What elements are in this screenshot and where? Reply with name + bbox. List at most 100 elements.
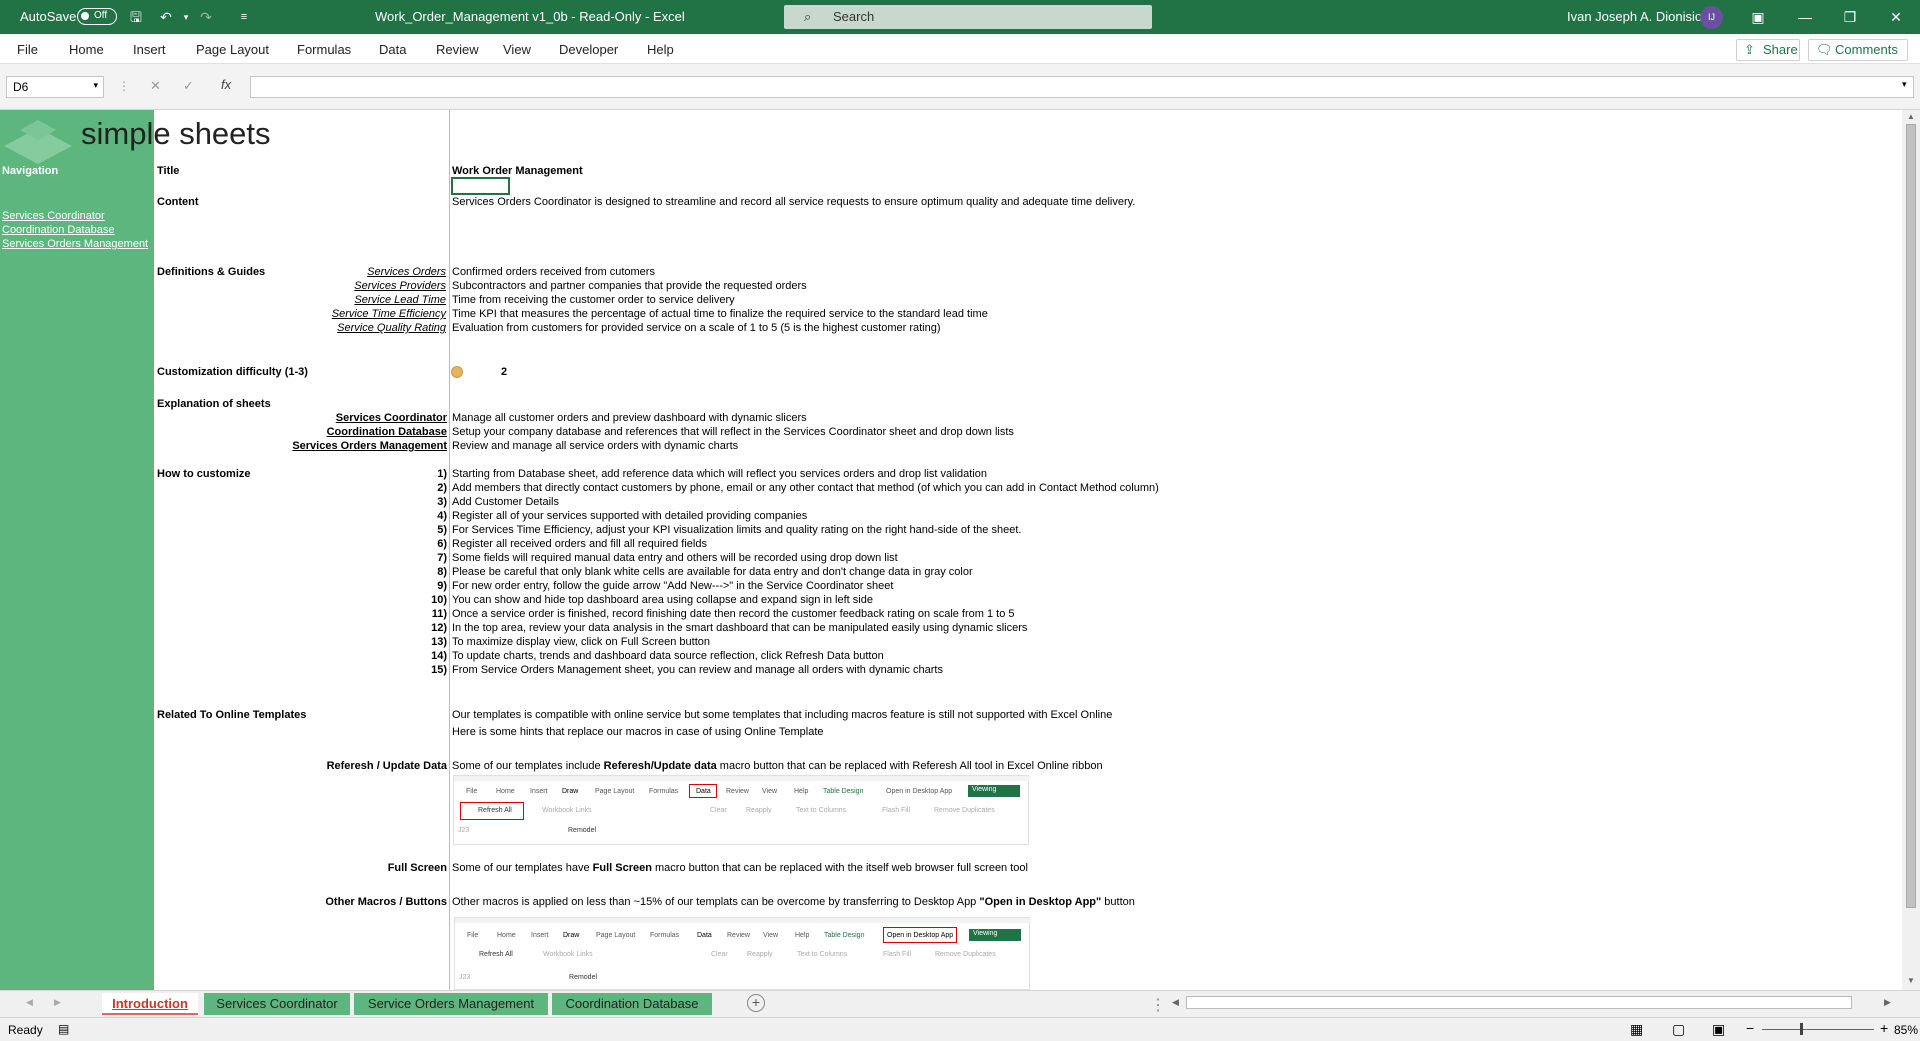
tab-view[interactable]: View bbox=[503, 42, 531, 57]
save-icon[interactable]: 🖫 bbox=[126, 7, 146, 27]
prev-sheet-icon[interactable]: ◀ bbox=[26, 997, 33, 1008]
next-sheet-icon[interactable]: ▶ bbox=[54, 997, 61, 1008]
page-break-view-icon[interactable]: ▣ bbox=[1712, 1021, 1725, 1038]
definition-term: Service Lead Time bbox=[354, 294, 446, 306]
more-icon: ⋮ bbox=[118, 79, 130, 93]
minimize-icon[interactable]: — bbox=[1795, 7, 1815, 27]
refresh-desc: Some of our templates include Referesh/U… bbox=[452, 760, 1103, 772]
nav-link-coordination-database[interactable]: Coordination Database bbox=[2, 224, 115, 236]
name-box[interactable]: D6 ▾ bbox=[6, 76, 104, 98]
tab-developer[interactable]: Developer bbox=[559, 42, 618, 57]
definition-desc: Confirmed orders received from cutomers bbox=[452, 266, 655, 278]
step-number: 5) bbox=[437, 524, 447, 536]
close-icon[interactable]: ✕ bbox=[1886, 7, 1906, 27]
expand-formula-icon[interactable]: ▾ bbox=[1902, 79, 1907, 90]
user-name: Ivan Joseph A. Dionisio bbox=[1567, 9, 1703, 24]
avatar[interactable]: IJ bbox=[1700, 6, 1723, 29]
step-number: 3) bbox=[437, 496, 447, 508]
tab-file[interactable]: File bbox=[17, 42, 38, 57]
zoom-out-icon[interactable]: − bbox=[1746, 1020, 1754, 1036]
customize-qat-icon[interactable]: ≡ bbox=[234, 7, 254, 27]
tab-formulas[interactable]: Formulas bbox=[297, 42, 351, 57]
step-text: Add members that directly contact custom… bbox=[452, 482, 1159, 494]
content-value: Services Orders Coordinator is designed … bbox=[452, 196, 1136, 208]
definition-desc: Evaluation from customers for provided s… bbox=[452, 322, 941, 334]
tab-review[interactable]: Review bbox=[436, 42, 479, 57]
step-text: Once a service order is finished, record… bbox=[452, 608, 1015, 620]
tab-page-layout[interactable]: Page Layout bbox=[196, 42, 269, 57]
worksheet-grid[interactable]: simple sheets Navigation Services Coordi… bbox=[0, 110, 1902, 990]
undo-dropdown-icon[interactable]: ▾ bbox=[176, 7, 196, 27]
scroll-up-icon[interactable]: ▲ bbox=[1907, 112, 1915, 121]
sheet-link[interactable]: Services Coordinator bbox=[157, 412, 447, 424]
definition-term: Services Providers bbox=[354, 280, 446, 292]
difficulty-label: Customization difficulty (1-3) bbox=[157, 366, 308, 378]
sheet-desc: Manage all customer orders and preview d… bbox=[452, 412, 807, 424]
zoom-level[interactable]: 85% bbox=[1894, 1023, 1918, 1037]
definition-desc: Time KPI that measures the percentage of… bbox=[452, 308, 988, 320]
redo-icon[interactable]: ↷ bbox=[196, 7, 216, 27]
cancel-icon[interactable]: ✕ bbox=[150, 78, 161, 94]
step-number: 9) bbox=[437, 580, 447, 592]
sheet-tab-introduction[interactable]: Introduction bbox=[102, 993, 198, 1015]
step-number: 13) bbox=[431, 636, 447, 648]
normal-view-icon[interactable]: ▦ bbox=[1630, 1021, 1643, 1038]
macros-desc: Other macros is applied on less than ~15… bbox=[452, 896, 1135, 908]
comments-button[interactable]: 🗨 Comments bbox=[1808, 39, 1908, 61]
share-button[interactable]: ⇪ Share bbox=[1736, 39, 1800, 61]
scroll-left-icon[interactable]: ◀ bbox=[1172, 997, 1179, 1008]
step-text: Please be careful that only blank white … bbox=[452, 566, 973, 578]
accessibility-icon[interactable]: ▤ bbox=[58, 1022, 69, 1036]
step-text: For Services Time Efficiency, adjust you… bbox=[452, 524, 1022, 536]
ribbon-display-icon[interactable]: ▣ bbox=[1748, 7, 1768, 27]
zoom-in-icon[interactable]: + bbox=[1880, 1020, 1888, 1036]
enter-icon[interactable]: ✓ bbox=[183, 78, 194, 94]
sheet-tab-coordination-database[interactable]: Coordination Database bbox=[552, 993, 712, 1015]
vertical-scrollbar[interactable]: ▲ ▼ bbox=[1902, 110, 1920, 990]
nav-link-services-coordinator[interactable]: Services Coordinator bbox=[2, 210, 105, 222]
tab-splitter-icon[interactable]: ⋮ bbox=[1150, 995, 1166, 1015]
sheet-desc: Review and manage all service orders wit… bbox=[452, 440, 739, 452]
tab-help[interactable]: Help bbox=[647, 42, 674, 57]
zoom-slider-handle[interactable] bbox=[1800, 1023, 1803, 1035]
tab-data[interactable]: Data bbox=[379, 42, 406, 57]
step-number: 6) bbox=[437, 538, 447, 550]
sheet-link[interactable]: Services Orders Management bbox=[157, 440, 447, 452]
nav-link-services-orders-management[interactable]: Services Orders Management bbox=[2, 238, 148, 250]
scroll-down-icon[interactable]: ▼ bbox=[1907, 976, 1915, 985]
autosave-toggle[interactable]: Off bbox=[77, 8, 117, 25]
step-number: 15) bbox=[431, 664, 447, 676]
page-layout-view-icon[interactable]: ▢ bbox=[1672, 1021, 1685, 1038]
fullscreen-label: Full Screen bbox=[387, 862, 447, 874]
tab-home[interactable]: Home bbox=[69, 42, 104, 57]
vertical-scroll-thumb[interactable] bbox=[1906, 124, 1916, 908]
step-text: Register all of your services supported … bbox=[452, 510, 808, 522]
insert-function-icon[interactable]: fx bbox=[221, 77, 231, 92]
macros-label: Other Macros / Buttons bbox=[325, 896, 447, 908]
sheet-tab-service-orders-management[interactable]: Service Orders Management bbox=[354, 993, 548, 1015]
step-number: 14) bbox=[431, 650, 447, 662]
step-text: To update charts, trends and dashboard d… bbox=[452, 650, 884, 662]
sheet-link[interactable]: Coordination Database bbox=[157, 426, 447, 438]
sheet-tab-services-coordinator[interactable]: Services Coordinator bbox=[204, 993, 350, 1015]
scroll-right-icon[interactable]: ▶ bbox=[1884, 997, 1891, 1008]
search-placeholder: Search bbox=[833, 9, 875, 24]
step-text: From Service Orders Management sheet, yo… bbox=[452, 664, 943, 676]
refresh-label: Referesh / Update Data bbox=[326, 760, 447, 772]
zoom-slider[interactable] bbox=[1762, 1029, 1874, 1030]
search-box[interactable]: ⌕ Search bbox=[784, 5, 1152, 29]
share-icon: ⇪ bbox=[1744, 42, 1755, 57]
formula-input[interactable] bbox=[250, 76, 1914, 98]
definition-term: Services Orders bbox=[367, 266, 446, 278]
add-sheet-icon[interactable]: + bbox=[747, 994, 765, 1012]
step-text: To maximize display view, click on Full … bbox=[452, 636, 710, 648]
ribbon-screenshot-desktop: File Home Insert Draw Page Layout Formul… bbox=[454, 917, 1031, 990]
selected-cell[interactable] bbox=[451, 177, 510, 195]
undo-icon[interactable]: ↶ bbox=[156, 7, 176, 27]
horizontal-scroll-thumb[interactable] bbox=[1186, 996, 1852, 1009]
definition-term: Service Time Efficiency bbox=[331, 308, 446, 320]
navigation-header: Navigation bbox=[2, 165, 59, 177]
restore-icon[interactable]: ❐ bbox=[1840, 7, 1860, 27]
tab-insert[interactable]: Insert bbox=[133, 42, 166, 57]
sheet-tab-bar: ◀ ▶ Introduction Services Coordinator Se… bbox=[0, 990, 1920, 1017]
